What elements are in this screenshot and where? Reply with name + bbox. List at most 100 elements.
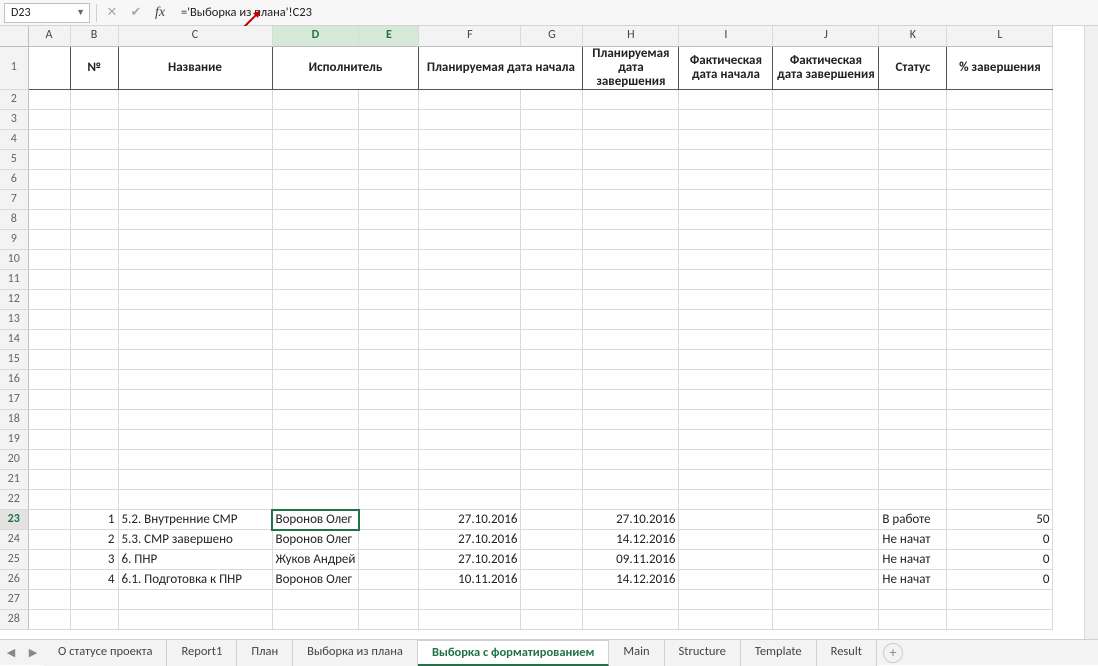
column-header[interactable]: B bbox=[70, 26, 118, 46]
cell[interactable] bbox=[773, 530, 879, 550]
header-cell[interactable]: Планируемая дата начала bbox=[419, 46, 583, 90]
row-header[interactable]: 28 bbox=[0, 610, 28, 630]
cell[interactable] bbox=[359, 530, 419, 550]
cell[interactable] bbox=[583, 390, 679, 410]
cell[interactable] bbox=[879, 230, 947, 250]
cell[interactable] bbox=[879, 410, 947, 430]
cell[interactable]: 6. ПНР bbox=[118, 550, 272, 570]
row-header[interactable]: 8 bbox=[0, 210, 28, 230]
row-header[interactable]: 20 bbox=[0, 450, 28, 470]
row-header[interactable]: 18 bbox=[0, 410, 28, 430]
select-all-corner[interactable] bbox=[0, 26, 28, 46]
cell[interactable] bbox=[70, 130, 118, 150]
cell[interactable] bbox=[70, 610, 118, 630]
row-header[interactable]: 27 bbox=[0, 590, 28, 610]
cell[interactable] bbox=[583, 410, 679, 430]
cell[interactable] bbox=[272, 250, 359, 270]
cell[interactable] bbox=[521, 370, 583, 390]
cell[interactable] bbox=[583, 110, 679, 130]
cell[interactable] bbox=[879, 290, 947, 310]
chevron-down-icon[interactable]: ▼ bbox=[76, 7, 85, 18]
vertical-scrollbar[interactable] bbox=[1084, 26, 1098, 639]
cell[interactable] bbox=[773, 190, 879, 210]
cell[interactable] bbox=[773, 490, 879, 510]
cell[interactable] bbox=[773, 230, 879, 250]
cell[interactable] bbox=[419, 450, 521, 470]
cell[interactable] bbox=[118, 250, 272, 270]
cell[interactable] bbox=[28, 570, 70, 590]
cell[interactable] bbox=[583, 230, 679, 250]
cell[interactable] bbox=[679, 170, 773, 190]
cell[interactable] bbox=[272, 210, 359, 230]
cell[interactable] bbox=[679, 530, 773, 550]
cancel-formula-icon[interactable]: ✕ bbox=[103, 4, 121, 22]
cell[interactable] bbox=[773, 130, 879, 150]
row-header[interactable]: 13 bbox=[0, 310, 28, 330]
cell[interactable] bbox=[583, 330, 679, 350]
cell[interactable]: Жуков Андрей bbox=[272, 550, 359, 570]
tab-nav-next-icon[interactable]: ▶ bbox=[22, 646, 44, 659]
cell[interactable] bbox=[947, 250, 1053, 270]
cell[interactable] bbox=[419, 330, 521, 350]
cell[interactable] bbox=[947, 230, 1053, 250]
cell[interactable]: 27.10.2016 bbox=[419, 510, 521, 530]
cell[interactable] bbox=[359, 470, 419, 490]
cell[interactable] bbox=[70, 110, 118, 130]
row-header[interactable]: 16 bbox=[0, 370, 28, 390]
cell[interactable]: 3 bbox=[70, 550, 118, 570]
cell[interactable] bbox=[359, 310, 419, 330]
cell[interactable] bbox=[118, 410, 272, 430]
cell[interactable] bbox=[679, 230, 773, 250]
cell[interactable]: Воронов Олег bbox=[272, 530, 359, 550]
cell[interactable] bbox=[879, 150, 947, 170]
row-header[interactable]: 21 bbox=[0, 470, 28, 490]
cell[interactable]: 09.11.2016 bbox=[583, 550, 679, 570]
cell[interactable] bbox=[947, 330, 1053, 350]
cell[interactable] bbox=[419, 270, 521, 290]
cell[interactable] bbox=[679, 130, 773, 150]
cell[interactable] bbox=[521, 190, 583, 210]
cell[interactable] bbox=[28, 590, 70, 610]
cell[interactable] bbox=[773, 390, 879, 410]
cell[interactable] bbox=[359, 490, 419, 510]
cell[interactable] bbox=[521, 430, 583, 450]
cell[interactable] bbox=[521, 470, 583, 490]
add-sheet-button[interactable]: + bbox=[883, 643, 903, 663]
cell[interactable] bbox=[28, 270, 70, 290]
cell[interactable] bbox=[773, 290, 879, 310]
cell[interactable]: 10.11.2016 bbox=[419, 570, 521, 590]
cell[interactable] bbox=[879, 310, 947, 330]
cell[interactable]: 0 bbox=[947, 570, 1053, 590]
cell[interactable] bbox=[272, 410, 359, 430]
cell[interactable] bbox=[947, 290, 1053, 310]
cell[interactable] bbox=[679, 610, 773, 630]
cell[interactable] bbox=[521, 510, 583, 530]
cell[interactable] bbox=[879, 210, 947, 230]
cell[interactable] bbox=[419, 290, 521, 310]
cell[interactable] bbox=[521, 390, 583, 410]
row-header[interactable]: 26 bbox=[0, 570, 28, 590]
cell[interactable] bbox=[947, 110, 1053, 130]
cell[interactable] bbox=[272, 470, 359, 490]
cell[interactable] bbox=[419, 470, 521, 490]
cell[interactable] bbox=[583, 270, 679, 290]
cell[interactable] bbox=[272, 590, 359, 610]
cell[interactable] bbox=[272, 490, 359, 510]
cell[interactable] bbox=[521, 210, 583, 230]
cell[interactable] bbox=[419, 430, 521, 450]
cell[interactable]: 4 bbox=[70, 570, 118, 590]
cell[interactable] bbox=[28, 210, 70, 230]
cell[interactable]: 50 bbox=[947, 510, 1053, 530]
cell[interactable] bbox=[521, 610, 583, 630]
cell[interactable] bbox=[28, 550, 70, 570]
cell[interactable] bbox=[947, 170, 1053, 190]
column-header[interactable]: D bbox=[272, 26, 359, 46]
cell[interactable] bbox=[583, 450, 679, 470]
cell[interactable] bbox=[583, 350, 679, 370]
cell[interactable] bbox=[28, 250, 70, 270]
cell[interactable] bbox=[70, 390, 118, 410]
cell[interactable] bbox=[679, 310, 773, 330]
cell[interactable] bbox=[272, 370, 359, 390]
cell[interactable] bbox=[879, 590, 947, 610]
cell[interactable] bbox=[521, 230, 583, 250]
